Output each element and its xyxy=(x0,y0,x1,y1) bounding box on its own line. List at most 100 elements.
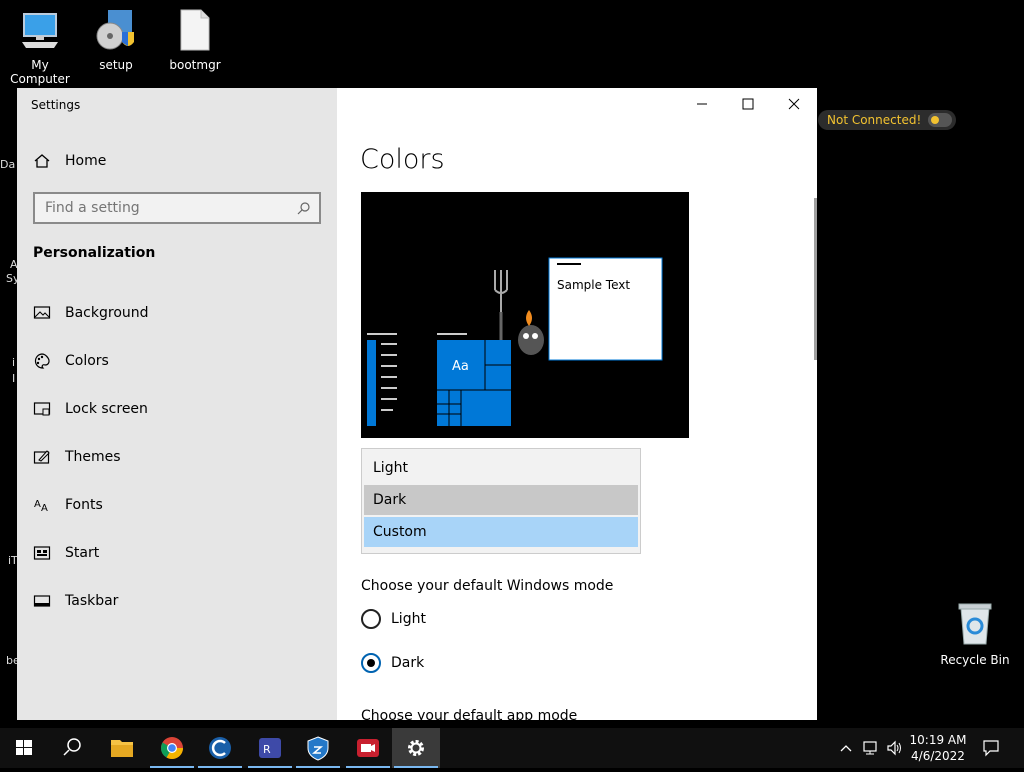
close-button[interactable] xyxy=(771,94,817,114)
desktop-icon-fragment[interactable]: i xyxy=(12,356,15,369)
ccleaner-icon xyxy=(209,737,231,759)
chrome-icon xyxy=(161,737,183,759)
sidebar-item-background[interactable]: Background xyxy=(17,293,337,333)
theme-preview: Sample Text Aa xyxy=(361,192,689,438)
search-icon[interactable] xyxy=(297,200,311,219)
setup-icon xyxy=(94,8,138,52)
palette-icon xyxy=(33,352,51,370)
sidebar-item-taskbar[interactable]: Taskbar xyxy=(17,581,337,621)
option-label: Dark xyxy=(373,492,407,508)
svg-text:A: A xyxy=(41,503,48,514)
dropdown-option-light[interactable]: Light xyxy=(364,453,638,483)
sidebar-section-title: Personalization xyxy=(33,245,156,261)
sidebar-item-label: Fonts xyxy=(65,497,103,513)
sidebar-item-label: Taskbar xyxy=(65,593,119,609)
sidebar-item-label: Background xyxy=(65,305,149,321)
windows-logo-icon xyxy=(16,740,32,755)
app-mode-label: Choose your default app mode xyxy=(361,708,578,720)
desktop-icon-bootmgr[interactable]: bootmgr xyxy=(155,8,235,72)
notifications-icon[interactable] xyxy=(982,739,1000,761)
clock-time: 10:19 AM xyxy=(909,733,967,747)
dropdown-option-dark[interactable]: Dark xyxy=(364,485,638,515)
close-icon xyxy=(788,98,800,110)
settings-window: Settings Home Personalization Background xyxy=(17,88,817,720)
dropdown-option-custom[interactable]: Custom xyxy=(364,517,638,547)
vpn-toggle[interactable] xyxy=(928,113,952,127)
search-icon xyxy=(63,738,81,756)
desktop-icon-fragment[interactable]: Da xyxy=(0,158,15,171)
windows-mode-label: Choose your default Windows mode xyxy=(361,578,614,594)
svg-text:R: R xyxy=(263,743,271,756)
option-label: Light xyxy=(373,460,408,476)
radio-label: Light xyxy=(391,611,426,627)
sidebar-item-fonts[interactable]: AA Fonts xyxy=(17,485,337,525)
themes-icon xyxy=(33,448,51,466)
file-icon xyxy=(173,8,217,52)
file-explorer-icon xyxy=(111,740,133,757)
sidebar-item-lock-screen[interactable]: Lock screen xyxy=(17,389,337,429)
desktop-icon-label: setup xyxy=(99,58,133,72)
sidebar-item-label: Themes xyxy=(65,449,121,465)
sidebar-item-themes[interactable]: Themes xyxy=(17,437,337,477)
maximize-icon xyxy=(742,98,754,110)
preview-graphic xyxy=(367,257,663,426)
computer-icon xyxy=(18,8,62,52)
network-icon[interactable] xyxy=(862,740,880,760)
start-icon xyxy=(33,544,51,562)
vpn-status-widget[interactable]: Not Connected! xyxy=(818,110,956,130)
start-button[interactable] xyxy=(0,728,48,768)
maximize-button[interactable] xyxy=(725,94,771,114)
svg-text:A: A xyxy=(34,499,41,510)
settings-content: Colors Sample Text Aa Light Dark Custom … xyxy=(337,88,817,720)
color-mode-dropdown[interactable]: Light Dark Custom xyxy=(361,448,641,554)
search-button[interactable] xyxy=(48,728,96,768)
taskbar-app-vpn[interactable] xyxy=(294,728,342,768)
preview-tile-text: Aa xyxy=(452,359,469,374)
sidebar-item-label: Start xyxy=(65,545,100,561)
remote-app-icon: R xyxy=(259,738,281,758)
taskbar-app-file-explorer[interactable] xyxy=(98,728,146,768)
screen-recorder-icon xyxy=(357,739,379,757)
toggle-knob xyxy=(931,116,939,124)
taskbar-app-chrome[interactable] xyxy=(148,728,196,768)
settings-search[interactable] xyxy=(33,192,321,224)
sidebar-item-start[interactable]: Start xyxy=(17,533,337,573)
desktop-icon-label: bootmgr xyxy=(169,58,221,72)
taskbar-app-recorder[interactable] xyxy=(344,728,392,768)
minimize-icon xyxy=(697,103,707,105)
desktop-icon-label: My Computer xyxy=(10,58,70,86)
desktop-icon-setup[interactable]: setup xyxy=(76,8,156,72)
sidebar-item-label: Colors xyxy=(65,353,109,369)
option-label: Custom xyxy=(373,524,427,540)
vpn-status-text: Not Connected! xyxy=(827,113,922,127)
taskbar-icon xyxy=(33,592,51,610)
taskbar-app-ccleaner[interactable] xyxy=(196,728,244,768)
sidebar-item-label: Lock screen xyxy=(65,401,148,417)
vpn-shield-icon xyxy=(307,736,329,761)
search-input[interactable] xyxy=(35,194,285,222)
desktop-icon-my-computer[interactable]: My Computer xyxy=(0,8,80,86)
recycle-bin-icon xyxy=(958,603,992,645)
home-icon xyxy=(33,152,51,170)
taskbar-clock[interactable]: 10:19 AM 4/6/2022 xyxy=(902,732,974,764)
radio-button[interactable] xyxy=(361,609,381,629)
windows-mode-light-radio[interactable]: Light xyxy=(361,607,426,631)
desktop-icon-recycle-bin[interactable]: Recycle Bin xyxy=(938,600,1012,667)
sidebar-item-colors[interactable]: Colors xyxy=(17,341,337,381)
page-title: Colors xyxy=(360,144,445,175)
chevron-up-icon[interactable] xyxy=(838,740,854,760)
radio-label: Dark xyxy=(391,655,425,671)
content-scrollbar[interactable] xyxy=(814,198,817,360)
settings-icon xyxy=(408,740,424,756)
sidebar-item-home[interactable]: Home xyxy=(17,141,337,181)
minimize-button[interactable] xyxy=(679,94,725,114)
windows-mode-dark-radio[interactable]: Dark xyxy=(361,651,424,675)
sidebar-item-label: Home xyxy=(65,153,107,169)
desktop-icon-fragment[interactable]: I xyxy=(12,372,15,385)
window-title: Settings xyxy=(31,98,81,112)
taskbar-app-settings[interactable] xyxy=(392,728,440,768)
clock-date: 4/6/2022 xyxy=(911,749,965,763)
lock-screen-icon xyxy=(33,400,51,418)
taskbar-app-remote[interactable]: R xyxy=(246,728,294,768)
radio-button-selected[interactable] xyxy=(361,653,381,673)
